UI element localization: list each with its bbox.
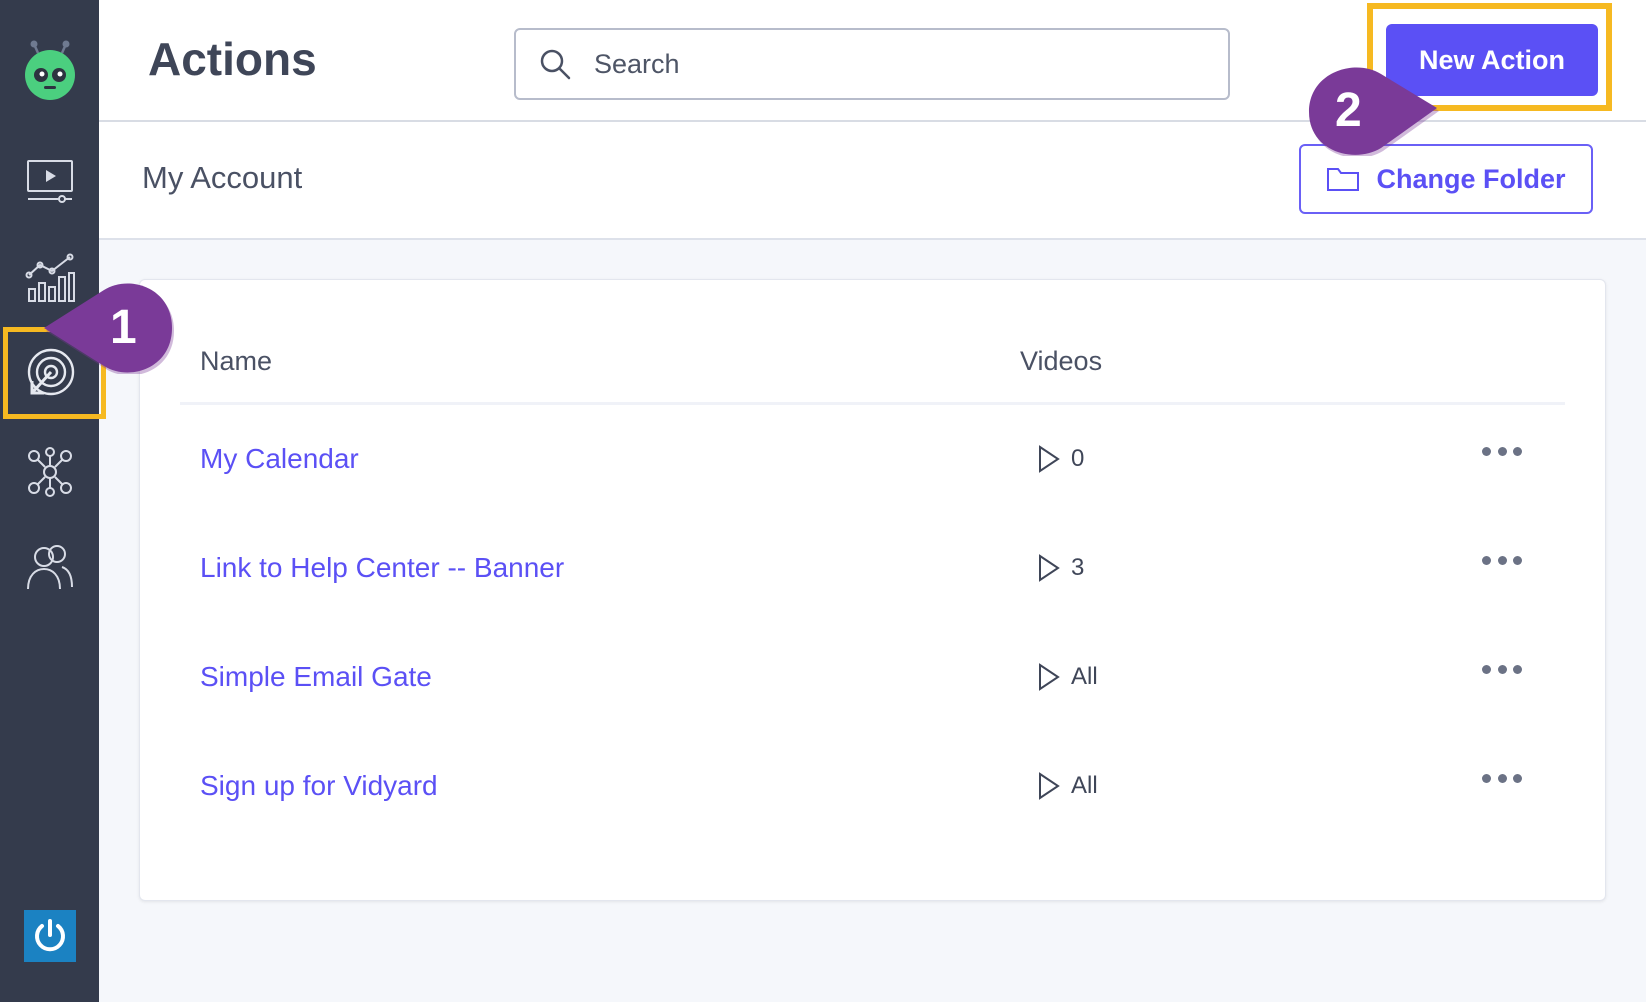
action-name-link[interactable]: Link to Help Center -- Banner (200, 552, 564, 584)
table-row: Link to Help Center -- Banner 3 (140, 512, 1605, 626)
action-name-link[interactable]: Sign up for Vidyard (200, 770, 438, 802)
step-1-number: 1 (110, 301, 137, 354)
vidyard-logo-icon[interactable] (0, 27, 99, 117)
action-name-link[interactable]: Simple Email Gate (200, 661, 432, 693)
video-count-value: 3 (1071, 554, 1085, 581)
more-options-icon[interactable] (1482, 441, 1522, 461)
video-count: 3 (1037, 554, 1084, 582)
column-header-name: Name (200, 346, 273, 376)
page-title: Actions (148, 33, 317, 85)
step-1-callout: 1 (40, 282, 180, 376)
video-count-value: All (1071, 663, 1098, 690)
account-label: My Account (142, 160, 303, 195)
play-icon (1039, 663, 1060, 691)
folder-icon (1327, 168, 1360, 191)
video-count: 0 (1037, 445, 1084, 473)
actions-table: Name Videos My Calendar 0 Link to Help C… (139, 279, 1606, 901)
change-folder-label: Change Folder (1376, 163, 1566, 194)
sidebar (0, 0, 99, 1002)
callout-shape (1309, 67, 1439, 158)
search-icon (540, 49, 571, 80)
more-options-icon[interactable] (1482, 550, 1522, 570)
more-options-icon[interactable] (1482, 768, 1522, 788)
integrations-icon[interactable] (0, 430, 99, 514)
team-icon[interactable] (0, 525, 99, 609)
video-count: All (1037, 663, 1098, 691)
video-count: All (1037, 772, 1098, 800)
step-2-number: 2 (1335, 84, 1362, 137)
table-row: Simple Email Gate All (140, 621, 1605, 735)
search-input[interactable] (592, 47, 1196, 81)
step-2-callout: 2 (1303, 66, 1441, 158)
table-row: My Calendar 0 (140, 403, 1605, 517)
search-box[interactable] (514, 28, 1230, 100)
play-icon (1039, 554, 1060, 582)
video-count-value: 0 (1071, 445, 1085, 472)
video-count-value: All (1071, 772, 1098, 799)
power-icon[interactable] (24, 910, 76, 962)
more-options-icon[interactable] (1482, 659, 1522, 679)
play-icon (1039, 772, 1060, 800)
play-icon (1039, 445, 1060, 473)
column-header-videos: Videos (1020, 346, 1103, 376)
video-library-icon[interactable] (0, 139, 99, 223)
action-name-link[interactable]: My Calendar (200, 443, 359, 475)
table-row: Sign up for Vidyard All (140, 730, 1605, 844)
